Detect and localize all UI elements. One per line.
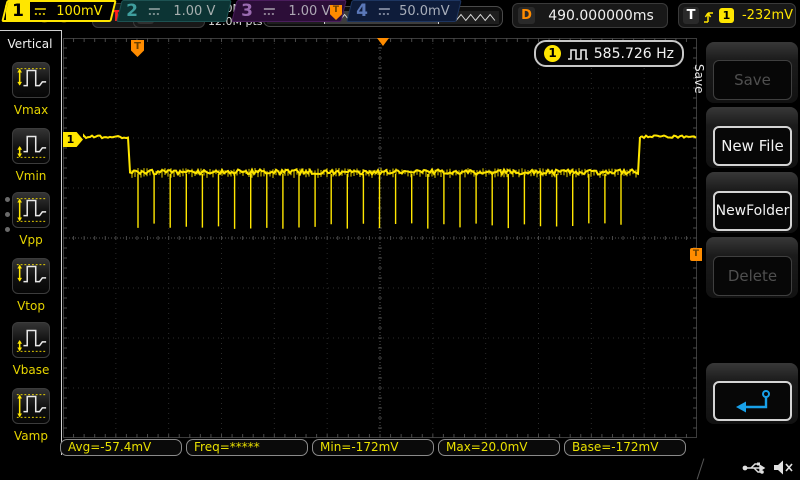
square-wave-icon bbox=[568, 48, 588, 60]
scroll-indicator-dot bbox=[5, 227, 10, 232]
measurement-base: Base=-172mV bbox=[564, 439, 686, 456]
measure-category-title: Vertical bbox=[7, 37, 53, 51]
speaker-muted-icon bbox=[774, 460, 793, 475]
dc-coupling-icon bbox=[149, 7, 160, 15]
vtop-pulse-icon bbox=[12, 258, 50, 294]
channel3-status[interactable]: 3 1.00 V bbox=[231, 0, 347, 22]
vmax-pulse-icon bbox=[12, 62, 50, 98]
rising-edge-icon bbox=[704, 12, 713, 23]
measurement-max: Max=20.0mV bbox=[438, 439, 560, 456]
sidebar-item-vpp[interactable]: Vpp bbox=[11, 192, 51, 247]
channel4-status[interactable]: 4 50.0mV bbox=[346, 0, 462, 22]
frequency-counter: 1 585.726 Hz bbox=[534, 40, 684, 67]
back-button[interactable] bbox=[713, 381, 792, 421]
menu-title: Save bbox=[692, 64, 706, 94]
dc-coupling-icon bbox=[35, 7, 46, 15]
graticule-and-waveform bbox=[63, 38, 697, 438]
sidebar-item-vmax[interactable]: Vmax bbox=[11, 62, 51, 117]
freq-counter-value: 585.726 Hz bbox=[593, 45, 674, 62]
delay-label: D bbox=[518, 7, 535, 24]
new-folder-button[interactable]: NewFolder bbox=[713, 191, 792, 231]
sidebar-item-vbase[interactable]: Vbase bbox=[11, 322, 51, 377]
measurement-min: Min=-172mV bbox=[312, 439, 434, 456]
trigger-label: T bbox=[683, 7, 699, 24]
scroll-indicator-dot bbox=[5, 212, 10, 217]
dc-coupling-icon bbox=[379, 7, 390, 15]
delay-value: 490.000000ms bbox=[548, 8, 654, 24]
sidebar-item-vmin[interactable]: Vmin bbox=[11, 128, 51, 183]
new-file-button[interactable]: New File bbox=[713, 126, 792, 166]
freq-counter-channel-badge: 1 bbox=[544, 45, 561, 62]
vmin-pulse-icon bbox=[12, 128, 50, 164]
channel1-status[interactable]: 1 100mV bbox=[1, 0, 117, 22]
vamp-pulse-icon bbox=[12, 388, 50, 424]
dc-coupling-icon bbox=[264, 7, 275, 15]
sidebar-item-vtop[interactable]: Vtop bbox=[11, 258, 51, 313]
trigger-level-marker[interactable]: T bbox=[690, 248, 702, 261]
trigger-delay-box[interactable]: D 490.000000ms bbox=[512, 3, 668, 28]
trigger-status-box[interactable]: T 1 -232mV bbox=[678, 3, 796, 28]
return-arrow-icon bbox=[735, 390, 770, 413]
save-button[interactable]: Save bbox=[713, 60, 792, 100]
measurement-avg: Avg=-57.4mV bbox=[60, 439, 182, 456]
statusbar-divider bbox=[696, 458, 705, 480]
trigger-level-value: -232mV bbox=[741, 8, 793, 23]
delete-button[interactable]: Delete bbox=[713, 256, 792, 296]
measurement-freq: Freq=***** bbox=[186, 439, 308, 456]
channel2-status[interactable]: 2 1.00 V bbox=[116, 0, 232, 22]
vpp-pulse-icon bbox=[12, 192, 50, 228]
vbase-pulse-icon bbox=[12, 322, 50, 358]
scroll-indicator-dot bbox=[5, 197, 10, 202]
sidebar-item-vamp[interactable]: Vamp bbox=[11, 388, 51, 443]
oscilloscope-screen: RIGOL STOP H 100ms 5.00MSa/s 12.0M pts T… bbox=[0, 0, 800, 480]
usb-icon bbox=[742, 462, 766, 474]
trigger-source-badge: 1 bbox=[719, 8, 734, 23]
